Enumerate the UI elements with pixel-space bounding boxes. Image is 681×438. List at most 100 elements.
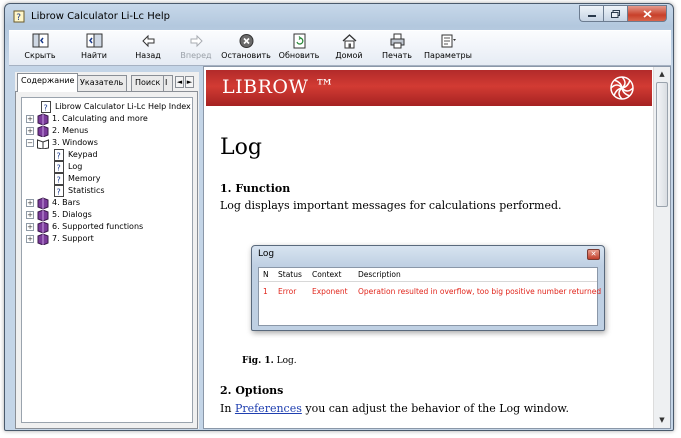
refresh-label: Обновить bbox=[278, 51, 320, 60]
expand-icon[interactable]: + bbox=[26, 223, 34, 231]
figure-caption-text: Log. bbox=[276, 356, 297, 366]
maximize-button[interactable] bbox=[603, 5, 627, 22]
log-window-title: Log bbox=[258, 249, 275, 259]
home-button[interactable]: Домой bbox=[331, 33, 367, 65]
scroll-thumb[interactable] bbox=[656, 82, 668, 207]
stop-label: Остановить bbox=[221, 51, 271, 60]
options-paragraph: In Preferences you can adjust the behavi… bbox=[220, 402, 569, 415]
book-closed-icon bbox=[37, 233, 49, 245]
col-n: N bbox=[263, 270, 269, 279]
col-context: Context bbox=[312, 270, 342, 279]
svg-text:?: ? bbox=[57, 176, 61, 185]
scroll-down-arrow[interactable]: ▼ bbox=[654, 413, 670, 428]
content-scrollbar[interactable]: ▲ ▼ bbox=[653, 67, 670, 428]
help-page-icon: ? bbox=[54, 185, 64, 197]
tree-frame: ? Librow Calculator Li-Lc Help Index + 1… bbox=[15, 91, 198, 429]
svg-text:?: ? bbox=[57, 164, 61, 173]
log-window-figure: Log ✕ N Status Context Description 1 Err… bbox=[251, 245, 605, 331]
options-icon bbox=[441, 34, 456, 48]
brand-name: LIBROW ™ bbox=[222, 76, 335, 98]
tab-search[interactable]: Поиск bbox=[131, 75, 165, 91]
log-cell-context: Exponent bbox=[312, 287, 348, 296]
title-bar[interactable]: ? Librow Calculator Li-Lc Help bbox=[5, 4, 673, 30]
home-icon bbox=[342, 34, 356, 49]
back-button[interactable]: Назад bbox=[131, 33, 165, 65]
tab-index[interactable]: Указатель bbox=[76, 75, 128, 91]
log-cell-status: Error bbox=[278, 287, 297, 296]
tree-label: 6. Supported functions bbox=[52, 222, 144, 231]
print-label: Печать bbox=[382, 51, 412, 60]
find-button[interactable]: Найти bbox=[77, 33, 111, 65]
tab-scroll-left[interactable]: ◄ bbox=[175, 76, 184, 88]
tree-label: Librow Calculator Li-Lc Help Index bbox=[55, 102, 191, 111]
refresh-button[interactable]: Обновить bbox=[277, 33, 321, 65]
expand-icon[interactable]: + bbox=[26, 199, 34, 207]
tree-label: 5. Dialogs bbox=[52, 210, 92, 219]
figure-caption: Fig. 1. Log. bbox=[242, 356, 297, 366]
expand-icon[interactable]: + bbox=[26, 235, 34, 243]
stop-icon bbox=[239, 34, 253, 48]
caption-buttons bbox=[579, 5, 667, 23]
log-cell-n: 1 bbox=[263, 287, 268, 296]
print-button[interactable]: Печать bbox=[379, 33, 415, 65]
expand-icon[interactable]: + bbox=[26, 115, 34, 123]
col-status: Status bbox=[278, 270, 302, 279]
tree-label: Statistics bbox=[68, 186, 105, 195]
minimize-icon bbox=[587, 14, 596, 17]
back-arrow-icon bbox=[141, 34, 154, 48]
book-closed-icon bbox=[37, 125, 49, 137]
contents-tree[interactable]: ? Librow Calculator Li-Lc Help Index + 1… bbox=[21, 97, 193, 423]
help-page-icon: ? bbox=[54, 149, 64, 161]
close-button[interactable] bbox=[627, 5, 667, 22]
minimize-button[interactable] bbox=[579, 5, 603, 22]
section-function-heading: 1. Function bbox=[220, 182, 291, 195]
printer-icon bbox=[390, 33, 404, 49]
tree-label: 1. Calculating and more bbox=[52, 114, 148, 123]
log-table-header: N Status Context Description bbox=[259, 268, 597, 282]
find-label: Найти bbox=[81, 51, 107, 60]
help-page-icon: ? bbox=[54, 173, 64, 185]
expand-icon[interactable]: + bbox=[26, 211, 34, 219]
tree-label: 4. Bars bbox=[52, 198, 81, 207]
tree-label: 7. Support bbox=[52, 234, 94, 243]
forward-button[interactable]: Вперед bbox=[179, 33, 213, 65]
book-closed-icon bbox=[37, 197, 49, 209]
toolbar: Скрыть Найти Назад Вперед Остановить Обн… bbox=[9, 30, 671, 66]
hide-button[interactable]: Скрыть bbox=[23, 33, 57, 65]
tab-scroll-right[interactable]: ► bbox=[185, 76, 194, 88]
collapse-icon[interactable]: − bbox=[26, 139, 34, 147]
tree-label: Keypad bbox=[68, 150, 98, 159]
function-paragraph: Log displays important messages for calc… bbox=[220, 199, 562, 212]
stop-button[interactable]: Остановить bbox=[221, 33, 271, 65]
document-body: Log 1. Function Log displays important m… bbox=[204, 107, 654, 428]
refresh-icon bbox=[293, 33, 305, 49]
svg-text:?: ? bbox=[57, 152, 61, 161]
content-pane: LIBROW ™ Log 1. Function Log displays im… bbox=[203, 66, 671, 429]
librow-logo-icon bbox=[610, 76, 634, 100]
tab-favorites[interactable]: І bbox=[163, 75, 173, 91]
options-text-start: In bbox=[220, 402, 235, 415]
help-window: ? Librow Calculator Li-Lc Help Скрыть На… bbox=[4, 3, 674, 431]
options-text-end: you can adjust the behavior of the Log w… bbox=[301, 402, 570, 415]
tree-label: 2. Menus bbox=[52, 126, 89, 135]
help-page-icon: ? bbox=[54, 161, 64, 173]
preferences-link[interactable]: Preferences bbox=[235, 402, 302, 415]
forward-arrow-icon bbox=[190, 34, 203, 48]
svg-text:?: ? bbox=[16, 13, 21, 23]
col-description: Description bbox=[358, 270, 401, 279]
tree-label: Log bbox=[68, 162, 83, 171]
book-open-icon bbox=[37, 139, 49, 149]
tab-contents[interactable]: Содержание bbox=[17, 73, 79, 92]
options-button[interactable]: Параметры bbox=[423, 33, 473, 65]
page-heading: Log bbox=[220, 135, 262, 160]
options-label: Параметры bbox=[424, 51, 472, 60]
navigation-pane: Содержание Указатель Поиск І ◄ ► ? Libro… bbox=[15, 72, 199, 429]
close-icon bbox=[642, 9, 652, 18]
figure-caption-label: Fig. 1. bbox=[242, 356, 274, 366]
book-closed-icon bbox=[37, 221, 49, 233]
tree-label: 3. Windows bbox=[52, 138, 98, 147]
scroll-up-arrow[interactable]: ▲ bbox=[654, 67, 670, 82]
find-icon bbox=[86, 33, 102, 48]
expand-icon[interactable]: + bbox=[26, 127, 34, 135]
help-app-icon: ? bbox=[13, 10, 25, 23]
